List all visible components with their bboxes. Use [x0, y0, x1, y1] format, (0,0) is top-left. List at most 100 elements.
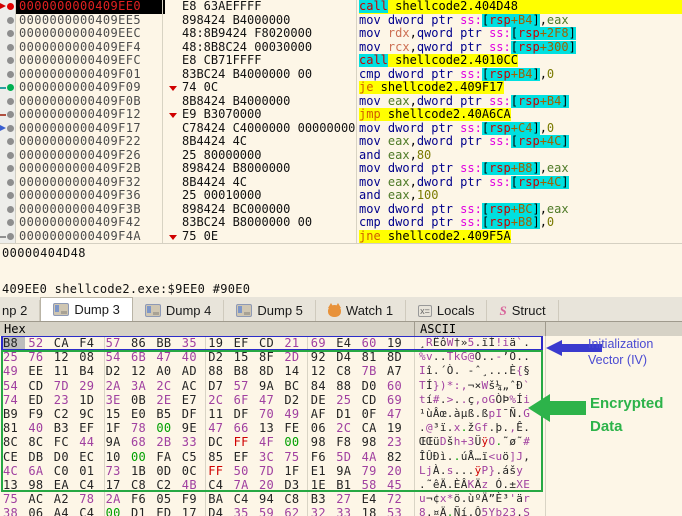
instruction-cell[interactable]: jne shellcode2.409F5A: [359, 230, 682, 244]
hex-byte[interactable]: 57: [234, 379, 256, 393]
breakpoint-gutter[interactable]: [0, 68, 16, 82]
ascii-char[interactable]: ¯: [502, 407, 509, 421]
hex-byte[interactable]: 18: [362, 506, 384, 516]
ascii-char[interactable]: k: [454, 350, 461, 364]
hex-byte[interactable]: D1: [131, 506, 153, 516]
ascii-char[interactable]: Ê: [433, 336, 440, 350]
address-cell[interactable]: 0000000000409F2B: [16, 162, 165, 176]
ascii-char[interactable]: ø: [509, 435, 516, 449]
hex-byte[interactable]: 12: [54, 350, 76, 364]
breakpoint-gutter[interactable]: [0, 216, 16, 230]
instruction-dot-icon[interactable]: [7, 30, 14, 37]
ascii-char[interactable]: O: [489, 435, 496, 449]
ascii-char[interactable]: .: [482, 350, 489, 364]
hex-byte[interactable]: 17: [182, 506, 204, 516]
address-cell[interactable]: 0000000000409F09: [16, 81, 165, 95]
ascii-char[interactable]: „: [502, 379, 509, 393]
hex-dump-pane[interactable]: B852CAF45786BB3519EFCD2169E46019¸RÊôW†»5…: [0, 336, 682, 516]
ascii-char[interactable]: %: [419, 350, 426, 364]
hex-byte[interactable]: D2: [106, 364, 128, 378]
ascii-char[interactable]: ˜: [502, 435, 509, 449]
ascii-char[interactable]: .: [523, 421, 530, 435]
ascii-char[interactable]: .: [447, 450, 454, 464]
hex-byte[interactable]: 86: [131, 336, 153, 350]
hex-byte[interactable]: 00: [106, 506, 128, 516]
ascii-char[interactable]: -: [495, 350, 502, 364]
hex-byte[interactable]: 0B: [131, 393, 153, 407]
hex-byte[interactable]: 3C: [259, 450, 281, 464]
hex-byte[interactable]: 2C: [336, 421, 358, 435]
ascii-char[interactable]: .: [433, 364, 440, 378]
ascii-char[interactable]: ä: [509, 336, 516, 350]
ascii-char[interactable]: ¢: [433, 492, 440, 506]
ascii-char[interactable]: í: [426, 393, 433, 407]
ascii-char[interactable]: 5: [482, 506, 489, 516]
bytes-cell[interactable]: 25 80000000: [165, 149, 359, 163]
hex-byte[interactable]: D4: [208, 506, 230, 516]
hex-byte[interactable]: 12: [311, 364, 333, 378]
ascii-char[interactable]: 3: [468, 435, 475, 449]
ascii-char[interactable]: ]: [509, 450, 516, 464]
ascii-char[interactable]: .: [489, 350, 496, 364]
ascii-char[interactable]: œ: [440, 407, 447, 421]
hex-byte[interactable]: 0D: [156, 464, 178, 478]
hex-byte[interactable]: 06: [311, 421, 333, 435]
instruction-dot-icon[interactable]: [7, 71, 14, 78]
hex-byte[interactable]: 17: [106, 478, 128, 492]
hex-byte[interactable]: CD: [362, 393, 384, 407]
hex-byte[interactable]: 81: [362, 350, 384, 364]
hex-byte[interactable]: 79: [362, 464, 384, 478]
ascii-char[interactable]: G: [489, 393, 496, 407]
ascii-char[interactable]: .: [461, 464, 468, 478]
hex-byte[interactable]: 38: [3, 506, 25, 516]
ascii-char[interactable]: Ô: [475, 506, 482, 516]
breakpoint-gutter[interactable]: [0, 189, 16, 203]
ascii-char[interactable]: ±: [509, 478, 516, 492]
bytes-cell[interactable]: 74 0C: [165, 81, 359, 95]
hex-byte[interactable]: 29: [79, 379, 101, 393]
instruction-cell[interactable]: mov dword ptr ss:[rsp+BC],eax: [359, 203, 682, 217]
hex-byte[interactable]: 57: [106, 336, 128, 350]
address-cell[interactable]: 0000000000409F22: [16, 135, 165, 149]
hex-byte[interactable]: BB: [156, 336, 178, 350]
ascii-char[interactable]: ì: [440, 450, 447, 464]
tab-np-2[interactable]: np 2: [0, 300, 40, 321]
hex-byte[interactable]: 81: [3, 421, 25, 435]
hex-byte[interactable]: BA: [208, 492, 230, 506]
ascii-char[interactable]: ’: [502, 350, 509, 364]
ascii-char[interactable]: R: [426, 336, 433, 350]
breakpoint-gutter[interactable]: [0, 230, 16, 244]
ascii-char[interactable]: §: [523, 364, 530, 378]
tab-dump-3[interactable]: Dump 3: [40, 297, 133, 321]
ascii-char[interactable]: .: [495, 364, 502, 378]
hex-byte[interactable]: 2B: [156, 435, 178, 449]
instruction-cell[interactable]: mov dword ptr ss:[rsp+B8],eax: [359, 162, 682, 176]
ascii-char[interactable]: Ä: [482, 492, 489, 506]
hex-byte[interactable]: 7B: [362, 364, 384, 378]
bytes-cell[interactable]: 25 00010000: [165, 189, 359, 203]
ascii-char[interactable]: .: [454, 364, 461, 378]
hex-byte[interactable]: 20: [259, 478, 281, 492]
hex-byte[interactable]: 47: [259, 393, 281, 407]
ascii-char[interactable]: Ñ: [454, 506, 461, 516]
hex-byte[interactable]: 1F: [106, 421, 128, 435]
ascii-char[interactable]: :: [454, 379, 461, 393]
hex-byte[interactable]: 6F: [234, 393, 256, 407]
breakpoint-gutter[interactable]: [0, 108, 16, 122]
disasm-row[interactable]: 0000000000409F3B898424 BC000000mov dword…: [0, 203, 682, 217]
hex-byte[interactable]: 98: [28, 478, 50, 492]
ascii-char[interactable]: v: [426, 350, 433, 364]
hex-byte[interactable]: EE: [28, 364, 50, 378]
ascii-char[interactable]: ï: [482, 450, 489, 464]
instruction-dot-icon[interactable]: [7, 219, 14, 226]
ascii-char[interactable]: W: [482, 379, 489, 393]
bytes-cell[interactable]: 8B4424 4C: [165, 135, 359, 149]
disasm-row[interactable]: 0000000000409F12E9 B3070000jmp shellcode…: [0, 108, 682, 122]
bytes-cell[interactable]: 8B4424 4C: [165, 176, 359, 190]
instruction-dot-icon[interactable]: [7, 192, 14, 199]
hex-byte[interactable]: FC: [54, 435, 76, 449]
ascii-char[interactable]: Ò: [475, 350, 482, 364]
hex-byte[interactable]: 98: [311, 435, 333, 449]
address-cell[interactable]: 0000000000409F12: [16, 108, 165, 122]
disasm-row[interactable]: 0000000000409F2B898424 B8000000mov dword…: [0, 162, 682, 176]
